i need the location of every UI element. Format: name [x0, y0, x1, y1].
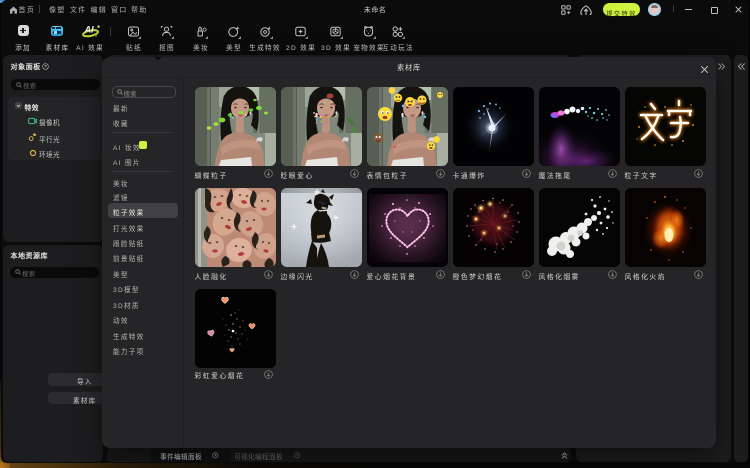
svg-text:AI: AI: [84, 25, 94, 35]
